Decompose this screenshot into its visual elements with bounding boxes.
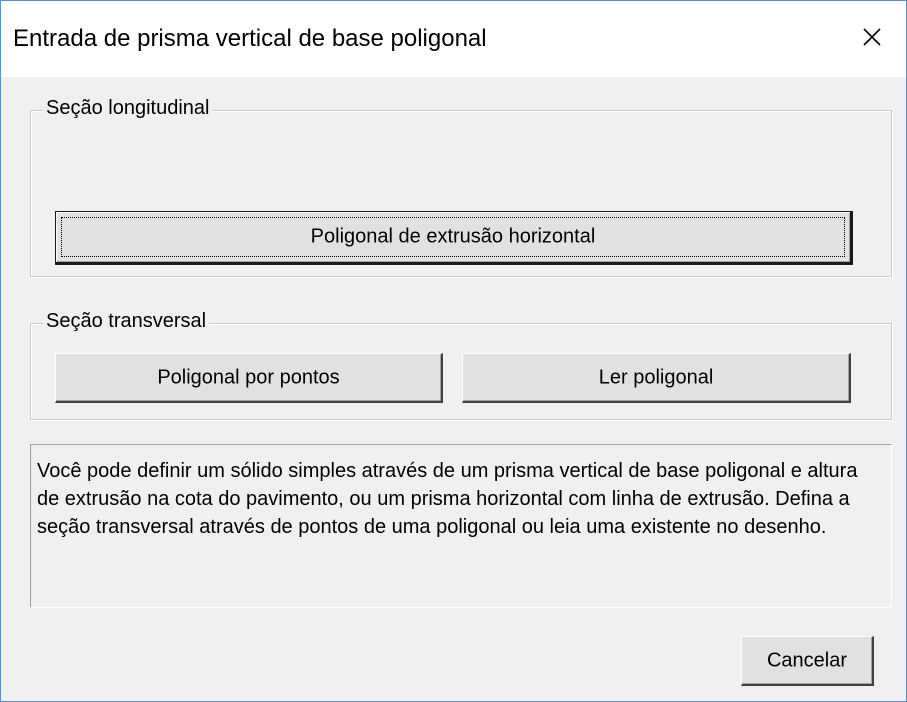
cancel-label: Cancelar [766, 649, 848, 671]
longitudinal-section-legend: Seção longitudinal [43, 97, 213, 120]
info-description: Você pode definir um sólido simples atra… [37, 460, 858, 538]
close-icon [863, 28, 881, 46]
info-text-box: Você pode definir um sólido simples atra… [30, 444, 892, 608]
polygon-by-points-label: Poligonal por pontos [157, 366, 340, 388]
title-bar[interactable]: Entrada de prisma vertical de base polig… [1, 1, 906, 77]
cancel-button[interactable]: Cancelar [741, 636, 874, 686]
close-button[interactable] [836, 7, 906, 67]
window-title: Entrada de prisma vertical de base polig… [13, 25, 487, 52]
polygon-by-points-button[interactable]: Poligonal por pontos [55, 353, 443, 403]
read-polygon-label: Ler poligonal [598, 366, 714, 388]
read-polygon-button[interactable]: Ler poligonal [462, 353, 851, 403]
horizontal-extrusion-polygon-button[interactable]: Poligonal de extrusão horizontal [55, 211, 853, 265]
transversal-section-legend: Seção transversal [43, 310, 210, 333]
horizontal-extrusion-polygon-label: Poligonal de extrusão horizontal [310, 225, 596, 248]
dialog-window: Entrada de prisma vertical de base polig… [0, 0, 907, 702]
